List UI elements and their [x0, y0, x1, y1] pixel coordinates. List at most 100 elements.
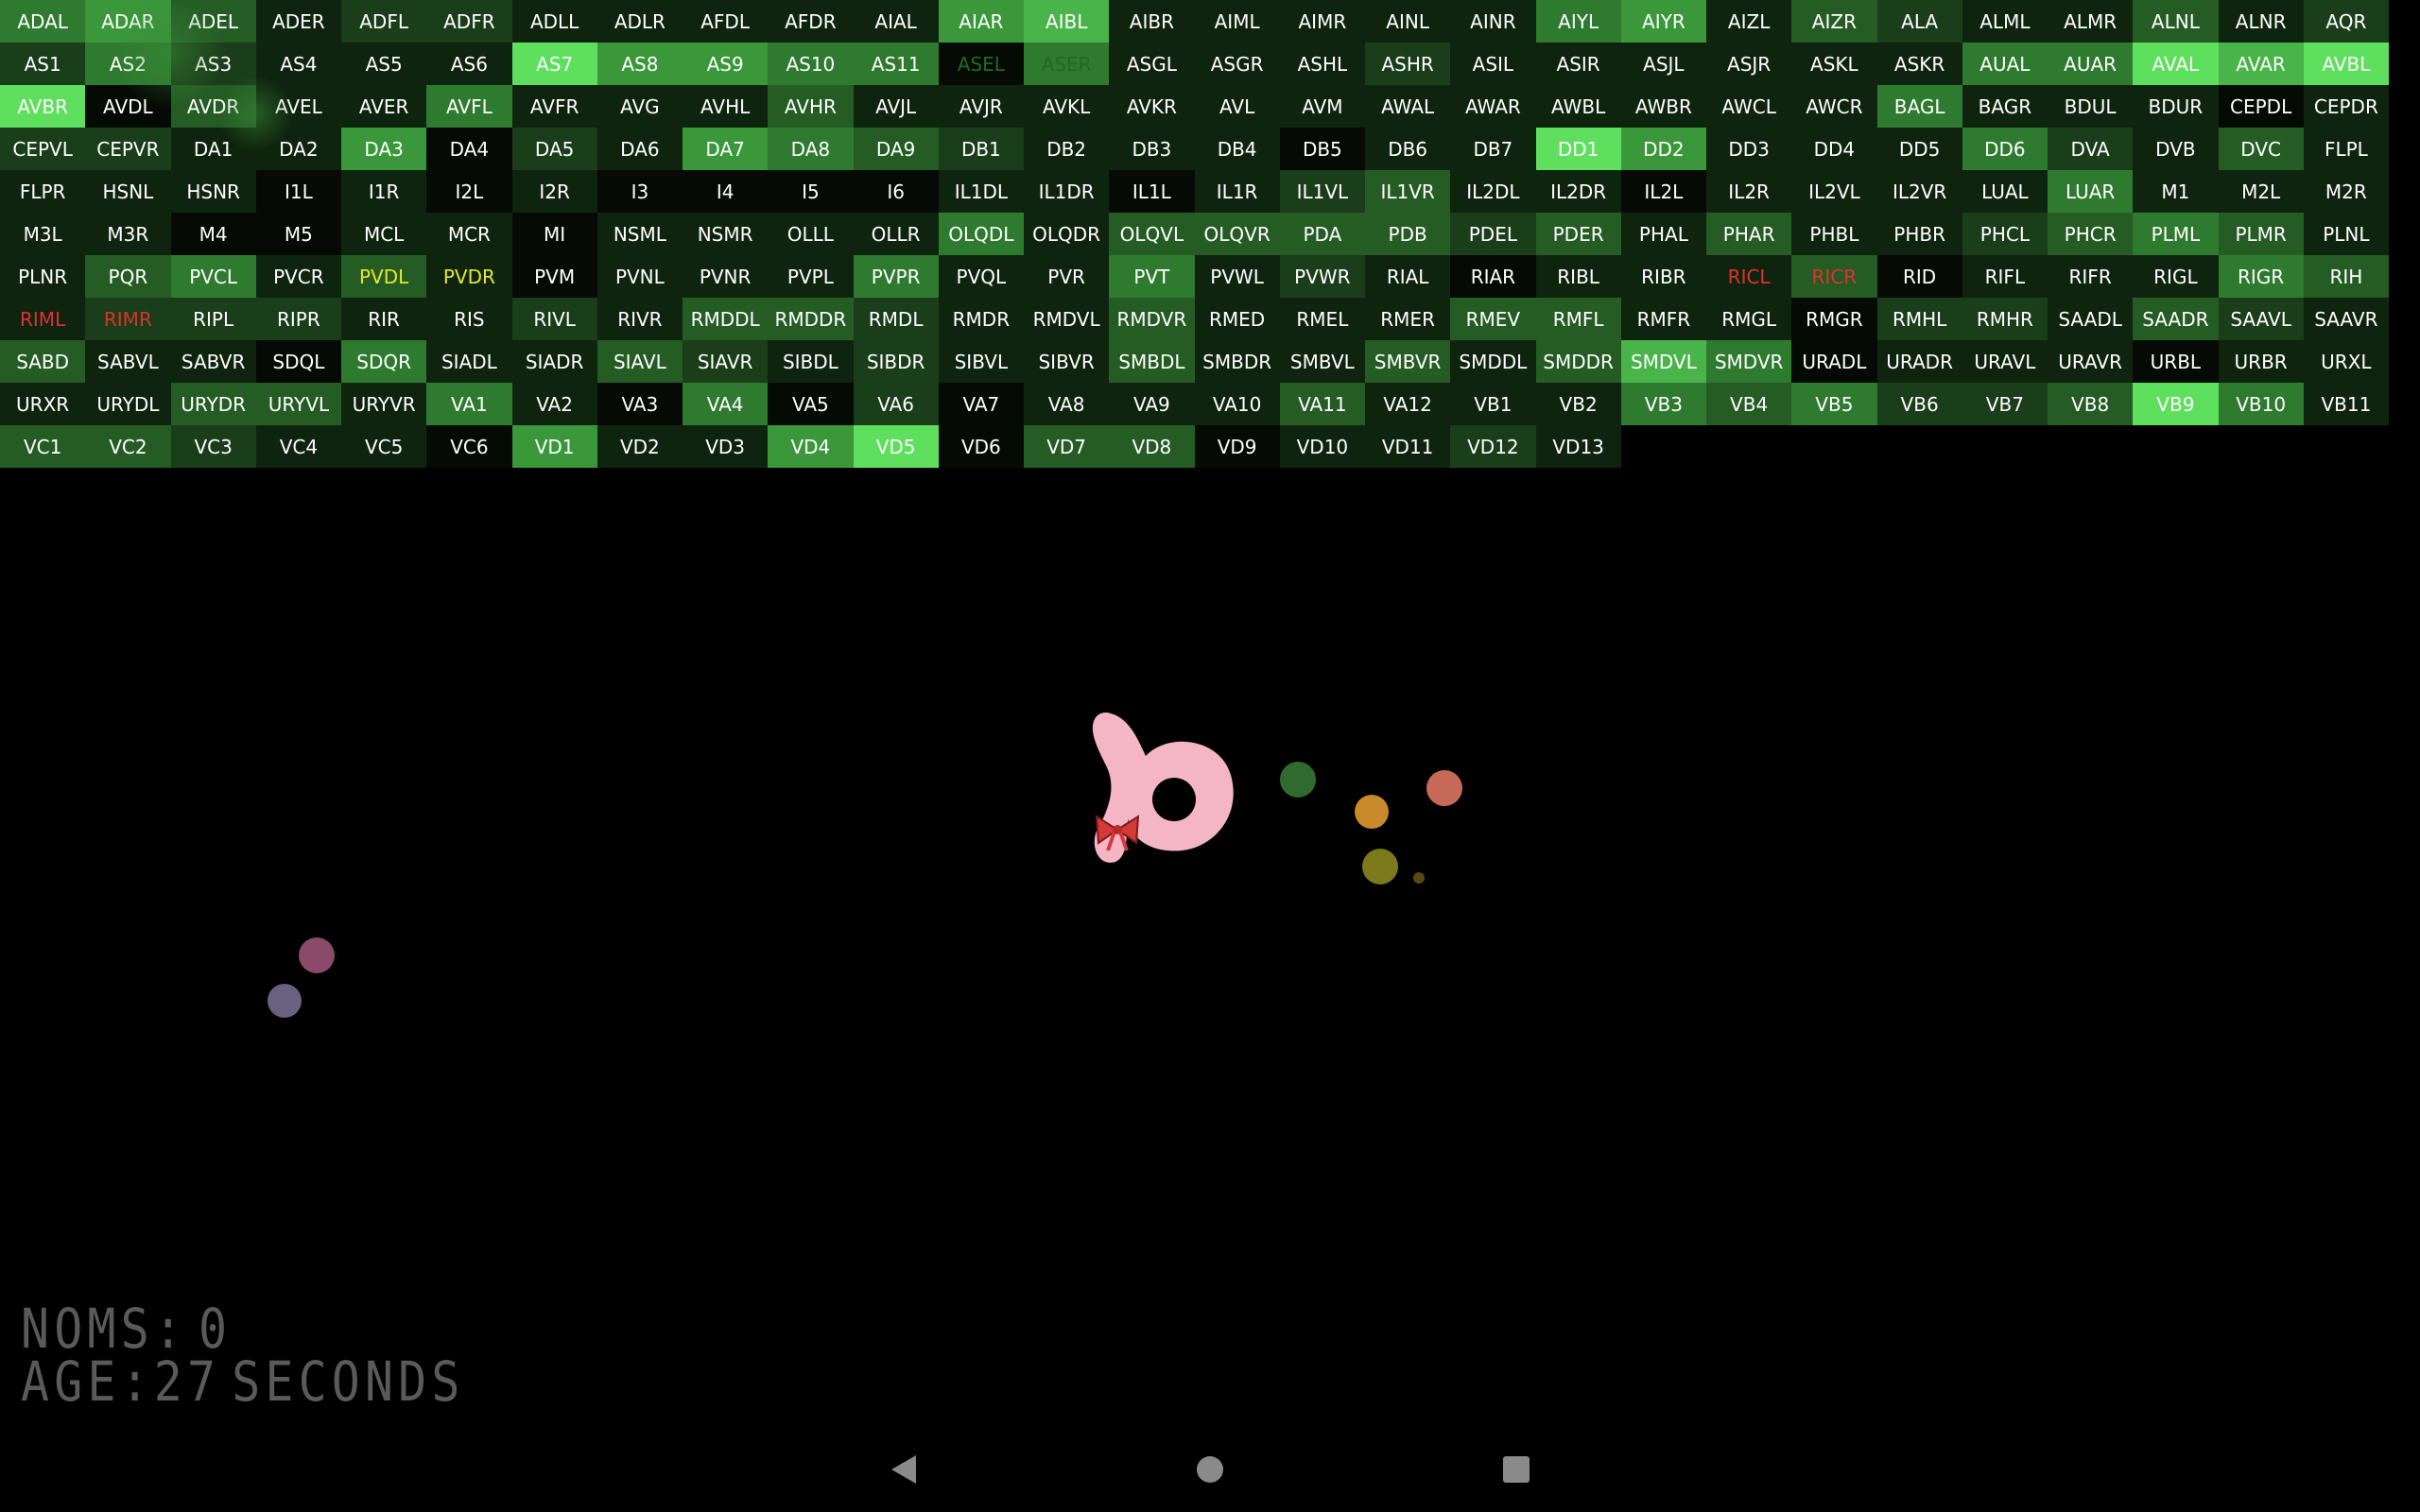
neuron-cell-rih[interactable]: RIH — [2303, 255, 2389, 298]
neuron-cell-plml[interactable]: PLML — [2133, 213, 2219, 255]
neuron-cell-dd6[interactable]: DD6 — [1962, 128, 2048, 170]
neuron-cell-uryvr[interactable]: URYVR — [341, 383, 427, 425]
neuron-cell-urxr[interactable]: URXR — [0, 383, 86, 425]
worm[interactable] — [1092, 713, 1234, 863]
neuron-cell-bdul[interactable]: BDUL — [2048, 85, 2134, 128]
neuron-cell-vc2[interactable]: VC2 — [85, 425, 171, 468]
neuron-cell-dd4[interactable]: DD4 — [1791, 128, 1877, 170]
neuron-cell-pda[interactable]: PDA — [1279, 213, 1365, 255]
neuron-cell-da6[interactable]: DA6 — [596, 128, 683, 170]
neuron-cell-rmddr[interactable]: RMDDR — [768, 298, 854, 340]
neuron-cell-va12[interactable]: VA12 — [1365, 383, 1451, 425]
neuron-cell-i6[interactable]: I6 — [853, 170, 939, 213]
neuron-cell-avm[interactable]: AVM — [1279, 85, 1365, 128]
neuron-cell-va5[interactable]: VA5 — [768, 383, 854, 425]
neuron-cell-urydr[interactable]: URYDR — [170, 383, 256, 425]
neuron-cell-va6[interactable]: VA6 — [853, 383, 939, 425]
neuron-cell-ainr[interactable]: AINR — [1450, 0, 1536, 43]
neuron-cell-ashl[interactable]: ASHL — [1279, 43, 1365, 85]
neuron-cell-i2l[interactable]: I2L — [426, 170, 512, 213]
neuron-cell-avfr[interactable]: AVFR — [511, 85, 597, 128]
neuron-cell-urbr[interactable]: URBR — [2218, 340, 2304, 383]
neuron-cell-rmdvl[interactable]: RMDVL — [1024, 298, 1110, 340]
neuron-cell-m5[interactable]: M5 — [255, 213, 341, 255]
neuron-cell-urbl[interactable]: URBL — [2133, 340, 2219, 383]
neuron-cell-avel[interactable]: AVEL — [255, 85, 341, 128]
neuron-cell-asgr[interactable]: ASGR — [1194, 43, 1280, 85]
neuron-cell-awbl[interactable]: AWBL — [1535, 85, 1621, 128]
neuron-cell-aiyl[interactable]: AIYL — [1535, 0, 1621, 43]
neuron-cell-rivl[interactable]: RIVL — [511, 298, 597, 340]
neuron-cell-i2r[interactable]: I2R — [511, 170, 597, 213]
neuron-cell-ollr[interactable]: OLLR — [853, 213, 939, 255]
neuron-cell-almr[interactable]: ALMR — [2048, 0, 2134, 43]
neuron-cell-mi[interactable]: MI — [511, 213, 597, 255]
neuron-cell-vd7[interactable]: VD7 — [1024, 425, 1110, 468]
neuron-cell-va9[interactable]: VA9 — [1109, 383, 1195, 425]
neuron-cell-avdr[interactable]: AVDR — [170, 85, 256, 128]
neuron-cell-dvb[interactable]: DVB — [2133, 128, 2219, 170]
neuron-cell-va2[interactable]: VA2 — [511, 383, 597, 425]
neuron-cell-mcr[interactable]: MCR — [426, 213, 512, 255]
neuron-cell-ris[interactable]: RIS — [426, 298, 512, 340]
neuron-cell-m3r[interactable]: M3R — [85, 213, 171, 255]
neuron-cell-aiar[interactable]: AIAR — [938, 0, 1024, 43]
neuron-cell-sibvl[interactable]: SIBVL — [938, 340, 1024, 383]
neuron-cell-vd8[interactable]: VD8 — [1109, 425, 1195, 468]
neuron-cell-avl[interactable]: AVL — [1194, 85, 1280, 128]
neuron-cell-hsnr[interactable]: HSNR — [170, 170, 256, 213]
neuron-cell-siadl[interactable]: SIADL — [426, 340, 512, 383]
neuron-cell-avhr[interactable]: AVHR — [768, 85, 854, 128]
neuron-cell-alml[interactable]: ALML — [1962, 0, 2048, 43]
neuron-cell-db1[interactable]: DB1 — [938, 128, 1024, 170]
neuron-cell-db7[interactable]: DB7 — [1450, 128, 1536, 170]
neuron-cell-sabd[interactable]: SABD — [0, 340, 86, 383]
neuron-cell-i4[interactable]: I4 — [683, 170, 769, 213]
neuron-cell-ader[interactable]: ADER — [255, 0, 341, 43]
neuron-cell-pvt[interactable]: PVT — [1109, 255, 1195, 298]
neuron-cell-saadl[interactable]: SAADL — [2048, 298, 2134, 340]
neuron-cell-il2vl[interactable]: IL2VL — [1791, 170, 1877, 213]
neuron-cell-rmddl[interactable]: RMDDL — [683, 298, 769, 340]
neuron-cell-flpl[interactable]: FLPL — [2303, 128, 2389, 170]
neuron-cell-aial[interactable]: AIAL — [853, 0, 939, 43]
neuron-cell-vb7[interactable]: VB7 — [1962, 383, 2048, 425]
neuron-cell-avg[interactable]: AVG — [596, 85, 683, 128]
neuron-cell-smbdl[interactable]: SMBDL — [1109, 340, 1195, 383]
neuron-cell-vd5[interactable]: VD5 — [853, 425, 939, 468]
neuron-cell-vc6[interactable]: VC6 — [426, 425, 512, 468]
neuron-cell-asel[interactable]: ASEL — [938, 43, 1024, 85]
neuron-cell-il2dr[interactable]: IL2DR — [1535, 170, 1621, 213]
neuron-cell-il2l[interactable]: IL2L — [1620, 170, 1706, 213]
neuron-cell-rmer[interactable]: RMER — [1365, 298, 1451, 340]
neuron-cell-vc5[interactable]: VC5 — [341, 425, 427, 468]
neuron-cell-ripl[interactable]: RIPL — [170, 298, 256, 340]
neuron-cell-as10[interactable]: AS10 — [768, 43, 854, 85]
neuron-cell-aiyr[interactable]: AIYR — [1620, 0, 1706, 43]
neuron-cell-va3[interactable]: VA3 — [596, 383, 683, 425]
neuron-cell-siadr[interactable]: SIADR — [511, 340, 597, 383]
neuron-cell-vb10[interactable]: VB10 — [2218, 383, 2304, 425]
neuron-cell-avdl[interactable]: AVDL — [85, 85, 171, 128]
neuron-cell-rmdvr[interactable]: RMDVR — [1109, 298, 1195, 340]
neuron-cell-vb8[interactable]: VB8 — [2048, 383, 2134, 425]
neuron-cell-cepvr[interactable]: CEPVR — [85, 128, 171, 170]
neuron-cell-pdb[interactable]: PDB — [1365, 213, 1451, 255]
neuron-cell-urydl[interactable]: URYDL — [85, 383, 171, 425]
neuron-cell-il1r[interactable]: IL1R — [1194, 170, 1280, 213]
neuron-cell-nsml[interactable]: NSML — [596, 213, 683, 255]
neuron-cell-uryvl[interactable]: URYVL — [255, 383, 341, 425]
neuron-cell-vd6[interactable]: VD6 — [938, 425, 1024, 468]
neuron-cell-dd3[interactable]: DD3 — [1706, 128, 1792, 170]
neuron-cell-va7[interactable]: VA7 — [938, 383, 1024, 425]
neuron-cell-vc1[interactable]: VC1 — [0, 425, 86, 468]
neuron-cell-vb11[interactable]: VB11 — [2303, 383, 2389, 425]
neuron-cell-va8[interactable]: VA8 — [1024, 383, 1110, 425]
neuron-cell-db3[interactable]: DB3 — [1109, 128, 1195, 170]
neuron-cell-aiml[interactable]: AIML — [1194, 0, 1280, 43]
neuron-cell-phbr[interactable]: PHBR — [1876, 213, 1962, 255]
neuron-cell-sibdl[interactable]: SIBDL — [768, 340, 854, 383]
neuron-cell-vd4[interactable]: VD4 — [768, 425, 854, 468]
neuron-cell-adar[interactable]: ADAR — [85, 0, 171, 43]
neuron-cell-pvql[interactable]: PVQL — [938, 255, 1024, 298]
